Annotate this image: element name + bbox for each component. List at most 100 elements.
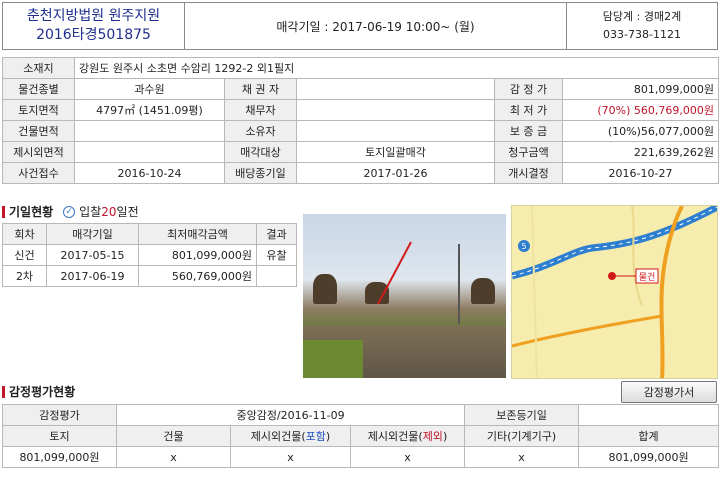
row-value xyxy=(74,120,225,142)
excl-value: x xyxy=(349,446,466,468)
row-label: 채무자 xyxy=(224,99,297,121)
min-price-cell: 560,769,000원 xyxy=(138,265,257,287)
min-price-cell: 801,099,000원 xyxy=(138,244,257,266)
col-header: 건물 xyxy=(116,425,231,447)
route-label: 5 xyxy=(521,242,526,251)
registration-label: 보존등기일 xyxy=(464,404,580,426)
row-value: 토지일괄매각 xyxy=(296,141,495,163)
col-header: 합계 xyxy=(578,425,720,447)
section-marker xyxy=(2,385,5,398)
property-photo[interactable] xyxy=(303,214,506,378)
row-label: 사건접수 xyxy=(2,162,75,184)
result-cell: 유찰 xyxy=(256,244,297,266)
appraisal-value: 중앙감정/2016-11-09 xyxy=(115,404,466,426)
table-row: 제시외면적 매각대상 토지일괄매각 청구금액 221,639,262원 xyxy=(2,141,720,163)
court-box: 춘천지방법원 원주지원 2016타경501875 xyxy=(3,3,185,49)
registration-value xyxy=(578,404,720,426)
row-label: 배당종기일 xyxy=(224,162,297,184)
table-row: 물건종별 과수원 채 권 자 감 정 가 801,099,000원 xyxy=(2,78,720,100)
appraisal-title: 감정평가현황 xyxy=(9,385,76,399)
row-value xyxy=(74,141,225,163)
appraised-price: 801,099,000원 xyxy=(561,78,720,100)
table-row: 신건 2017-05-15 801,099,000원 유찰 xyxy=(2,244,297,266)
court-name: 춘천지방법원 원주지원 xyxy=(26,8,161,24)
col-header: 제시외건물(포함) xyxy=(230,425,351,447)
row-label: 개시결정 xyxy=(494,162,563,184)
deposit: (10%)56,077,000원 xyxy=(561,120,720,142)
round: 2차 xyxy=(2,265,47,287)
table-row: 사건접수 2016-10-24 배당종기일 2017-01-26 개시결정 20… xyxy=(2,162,720,184)
row-value xyxy=(296,120,495,142)
row-label: 청구금액 xyxy=(494,141,563,163)
sale-date-cell: 2017-05-15 xyxy=(46,244,139,266)
address-row: 소재지 강원도 원주시 소초면 수암리 1292-2 외1필지 xyxy=(2,57,720,79)
appraisal-label: 감정평가 xyxy=(2,404,117,426)
indicator-arrow xyxy=(377,241,412,305)
incl-prefix: 제시외건물( xyxy=(250,430,306,443)
case-header: 춘천지방법원 원주지원 2016타경501875 매각기일 : 2017-06-… xyxy=(2,2,718,50)
row-label: 감 정 가 xyxy=(494,78,563,100)
history-title: 기일현황 xyxy=(9,205,54,219)
section-marker xyxy=(2,205,5,218)
map-graphic: 물건 5 xyxy=(512,206,717,378)
marker-label: 물건 xyxy=(639,272,656,283)
claim-amount: 221,639,262원 xyxy=(561,141,720,163)
excl-word: 제외 xyxy=(422,430,443,443)
paren-close: ) xyxy=(442,430,448,443)
col-header: 회차 xyxy=(2,223,47,245)
row-label: 소유자 xyxy=(224,120,297,142)
history-header-row: 회차 매각기일 최저매각금액 결과 xyxy=(2,223,297,245)
bid-countdown: 입찰20일전 xyxy=(79,203,138,220)
sale-date: 매각기일 : 2017-06-19 10:00~ (월) xyxy=(185,3,567,49)
bid-days: 20 xyxy=(101,205,117,219)
tree-shape xyxy=(313,274,337,304)
row-value xyxy=(296,78,495,100)
minimum-price: (70%) 560,769,000원 xyxy=(561,99,720,121)
sale-date-cell: 2017-06-19 xyxy=(46,265,139,287)
col-header: 토지 xyxy=(2,425,117,447)
col-header: 기타(기계기구) xyxy=(464,425,580,447)
land-value: 801,099,000원 xyxy=(2,446,117,468)
incl-value: x xyxy=(230,446,351,468)
case-number: 2016타경501875 xyxy=(36,27,151,43)
row-value: 2017-01-26 xyxy=(296,162,495,184)
row-value: 4797㎡ (1451.09평) xyxy=(74,99,225,121)
building-value: x xyxy=(116,446,231,468)
appraisal-report-button[interactable]: 감정평가서 xyxy=(621,381,717,403)
row-value: 과수원 xyxy=(74,78,225,100)
row-value: 2016-10-27 xyxy=(561,162,720,184)
appraisal-table: 감정평가 중앙감정/2016-11-09 보존등기일 토지 건물 제시외건물(포… xyxy=(2,404,720,468)
row-value: 2016-10-24 xyxy=(74,162,225,184)
appraisal-header-row: 토지 건물 제시외건물(포함) 제시외건물(제외) 기타(기계기구) 합계 xyxy=(2,425,720,447)
row-label: 건물면적 xyxy=(2,120,75,142)
table-row: 801,099,000원 x x x x 801,099,000원 xyxy=(2,446,720,468)
address-label: 소재지 xyxy=(2,57,75,79)
row-label: 토지면적 xyxy=(2,99,75,121)
appraisal-section-title: 감정평가현황 xyxy=(2,383,75,400)
table-row: 건물면적 소유자 보 증 금 (10%)56,077,000원 xyxy=(2,120,720,142)
col-header: 제시외건물(제외) xyxy=(349,425,466,447)
col-header: 최저매각금액 xyxy=(138,223,257,245)
row-value xyxy=(296,99,495,121)
row-label: 제시외면적 xyxy=(2,141,75,163)
round: 신건 xyxy=(2,244,47,266)
utility-pole xyxy=(458,244,460,324)
table-row: 2차 2017-06-19 560,769,000원 xyxy=(2,265,297,287)
row-label: 보 증 금 xyxy=(494,120,563,142)
table-row: 토지면적 4797㎡ (1451.09평) 채무자 최 저 가 (70%) 56… xyxy=(2,99,720,121)
grass-area xyxy=(303,340,363,378)
result-cell xyxy=(256,265,297,287)
history-section-title: 기일현황 ✓ 입찰20일전 xyxy=(2,203,139,220)
tree-shape xyxy=(471,278,495,304)
dept-box: 담당계 : 경매2계 033-738-1121 xyxy=(567,3,717,49)
excl-prefix: 제시외건물( xyxy=(367,430,423,443)
paren-close: ) xyxy=(325,430,331,443)
location-map[interactable]: 물건 5 xyxy=(511,205,718,379)
case-info-table: 소재지 강원도 원주시 소초면 수암리 1292-2 외1필지 물건종별 과수원… xyxy=(2,57,720,184)
dept-phone: 033-738-1121 xyxy=(603,28,681,41)
other-value: x xyxy=(464,446,580,468)
property-marker-icon xyxy=(608,272,616,280)
check-circle-icon: ✓ xyxy=(63,205,76,218)
appraisal-info-row: 감정평가 중앙감정/2016-11-09 보존등기일 xyxy=(2,404,720,426)
dept-name: 담당계 : 경매2계 xyxy=(602,10,682,23)
